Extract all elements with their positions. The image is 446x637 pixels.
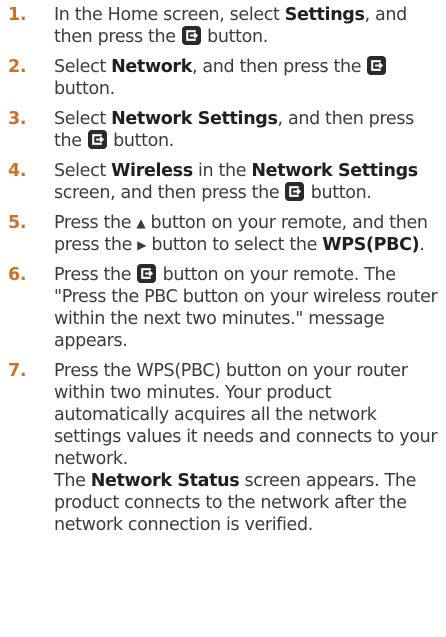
step-6: 6. Press the button on your remote. The … <box>8 264 440 352</box>
step-text: Press the <box>54 213 137 233</box>
enter-icon <box>181 26 201 45</box>
step-text: The <box>54 471 91 491</box>
step-text: , and then press the <box>192 57 367 77</box>
step-number: 2. <box>8 57 27 77</box>
step-number: 4. <box>8 161 27 181</box>
menu-item-network-settings: Network Settings <box>111 109 278 129</box>
menu-item-wireless: Wireless <box>111 161 193 181</box>
step-number: 5. <box>8 213 27 233</box>
step-text: Press the WPS(PBC) button on your router… <box>54 361 438 469</box>
step-text: button. <box>54 79 115 99</box>
step-2: 2. Select Network, and then press the bu… <box>8 56 440 100</box>
step-text: Select <box>54 109 112 129</box>
enter-icon <box>87 130 107 149</box>
step-5: 5. Press the ▲ button on your remote, an… <box>8 212 440 256</box>
menu-item-network: Network <box>111 57 192 77</box>
instructions-page: 1. In the Home screen, select Settings , … <box>0 0 446 637</box>
step-text: Select <box>54 161 112 181</box>
step-text: screen, and then press the <box>54 183 285 203</box>
step-4: 4. Select Wireless in the Network Settin… <box>8 160 440 204</box>
step-note: The Network Status screen appears. The p… <box>54 470 440 536</box>
step-1: 1. In the Home screen, select Settings, … <box>8 4 440 48</box>
steps-list: 1. In the Home screen, select Settings , … <box>8 4 440 536</box>
up-arrow-icon: ▲ <box>136 216 146 230</box>
enter-icon <box>367 56 387 75</box>
step-text: button. <box>107 131 174 151</box>
step-number: 3. <box>8 109 27 129</box>
enter-icon <box>137 264 157 283</box>
step-text: . <box>419 235 425 255</box>
step-text: Press the <box>54 265 137 285</box>
step-text: button to select the <box>146 235 323 255</box>
step-text: button. <box>201 27 268 47</box>
menu-item-settings: Settings <box>284 5 365 25</box>
menu-item-network-settings: Network Settings <box>251 161 418 181</box>
enter-icon <box>285 182 305 201</box>
menu-item-network-status: Network Status <box>90 471 240 491</box>
step-number: 1. <box>8 5 27 25</box>
step-text: In the Home screen, select <box>54 5 285 25</box>
step-text: Select <box>54 57 112 77</box>
step-text: in the <box>192 161 252 181</box>
step-number: 6. <box>8 265 27 285</box>
step-text: button. <box>305 183 372 203</box>
right-arrow-icon: ▶ <box>137 238 147 252</box>
step-3: 3. Select Network Settings, and then pre… <box>8 108 440 152</box>
step-number: 7. <box>8 361 27 381</box>
menu-item-wps-pbc: WPS(PBC) <box>322 235 420 255</box>
step-7: 7. Press the WPS(PBC) button on your rou… <box>8 360 440 536</box>
